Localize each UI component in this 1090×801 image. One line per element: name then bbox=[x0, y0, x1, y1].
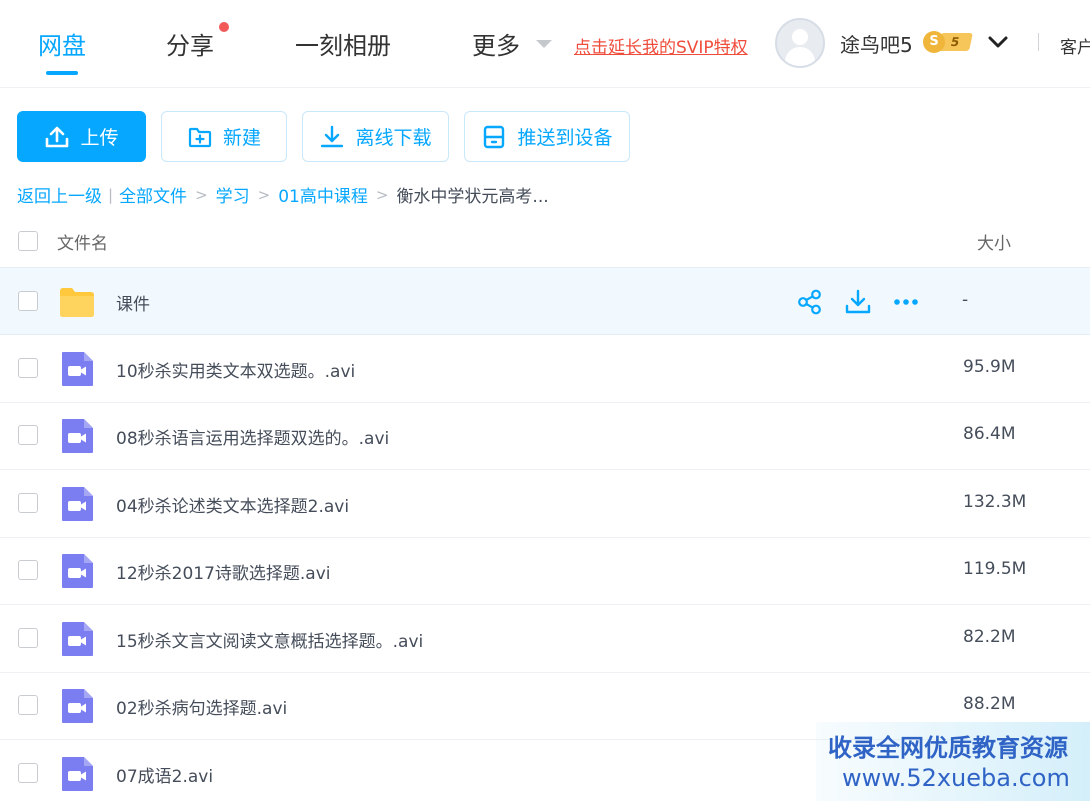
chevron-down-icon[interactable] bbox=[986, 30, 1010, 54]
breadcrumb-item-high-school[interactable]: 01高中课程 bbox=[278, 182, 368, 207]
new-label: 新建 bbox=[222, 127, 261, 149]
file-name[interactable]: 08秒杀语言运用选择题双选的。.avi bbox=[116, 424, 389, 449]
file-name[interactable]: 07成语2.avi bbox=[116, 762, 213, 787]
row-checkbox[interactable] bbox=[18, 358, 38, 378]
notification-dot bbox=[219, 22, 229, 32]
video-file-icon bbox=[62, 554, 93, 588]
avatar-head bbox=[792, 29, 808, 45]
offline-download-button[interactable]: 离线下载 bbox=[302, 111, 449, 162]
file-size: 86.4M bbox=[963, 424, 1016, 444]
file-name[interactable]: 课件 bbox=[116, 290, 150, 315]
share-icon[interactable] bbox=[796, 288, 824, 316]
row-checkbox[interactable] bbox=[18, 425, 38, 445]
vip-coin-icon: S bbox=[923, 31, 945, 53]
video-file-icon bbox=[62, 757, 93, 791]
breadcrumb-back[interactable]: 返回上一级 bbox=[17, 182, 102, 207]
username[interactable]: 途鸟吧5 bbox=[840, 29, 913, 58]
top-nav: 网盘 分享 一刻相册 更多 点击延长我的SVIP特权 途鸟吧5 5 S 客户 bbox=[0, 0, 1090, 88]
select-all-checkbox[interactable] bbox=[18, 231, 38, 251]
upload-button[interactable]: 上传 bbox=[17, 111, 146, 162]
row-checkbox[interactable] bbox=[18, 763, 38, 783]
new-folder-icon bbox=[188, 127, 212, 147]
folder-icon bbox=[60, 288, 94, 317]
row-checkbox[interactable] bbox=[18, 695, 38, 715]
row-checkbox[interactable] bbox=[18, 628, 38, 648]
row-checkbox[interactable] bbox=[18, 560, 38, 580]
breadcrumb-current: 衡水中学状元高考... bbox=[396, 187, 549, 207]
file-table-header: 文件名 大小 bbox=[0, 220, 1090, 268]
svip-renew-link[interactable]: 点击延长我的SVIP特权 bbox=[574, 33, 748, 58]
file-size: 132.3M bbox=[963, 492, 1027, 512]
vip-level-badge: 5 S bbox=[921, 30, 973, 54]
table-row[interactable]: 04秒杀论述类文本选择题2.avi 132.3M bbox=[0, 470, 1090, 538]
file-size: 95.9M bbox=[963, 357, 1016, 377]
watermark-url: www.52xueba.com bbox=[842, 764, 1070, 792]
watermark-banner: 收录全网优质教育资源 www.52xueba.com bbox=[816, 722, 1090, 801]
tab-album[interactable]: 一刻相册 bbox=[295, 26, 391, 61]
caret-down-icon[interactable] bbox=[536, 40, 552, 48]
breadcrumb: 返回上一级 | 全部文件 > 学习 > 01高中课程 > 衡水中学状元高考... bbox=[17, 182, 549, 208]
more-options-icon[interactable] bbox=[892, 288, 920, 316]
row-actions bbox=[796, 288, 920, 316]
video-file-icon bbox=[62, 419, 93, 453]
new-folder-button[interactable]: 新建 bbox=[161, 111, 287, 162]
avatar-body bbox=[785, 47, 815, 66]
video-file-icon bbox=[62, 622, 93, 656]
column-header-name[interactable]: 文件名 bbox=[57, 229, 108, 254]
download-icon[interactable] bbox=[844, 288, 872, 316]
breadcrumb-item-study[interactable]: 学习 bbox=[216, 182, 250, 207]
breadcrumb-item-all-files[interactable]: 全部文件 bbox=[119, 182, 187, 207]
device-icon bbox=[484, 125, 505, 148]
video-file-icon bbox=[62, 689, 93, 723]
file-size: 119.5M bbox=[963, 559, 1027, 579]
table-row[interactable]: 12秒杀2017诗歌选择题.avi 119.5M bbox=[0, 537, 1090, 605]
watermark-text: 收录全网优质教育资源 bbox=[828, 734, 1068, 762]
push-to-device-button[interactable]: 推送到设备 bbox=[464, 111, 630, 162]
file-name[interactable]: 15秒杀文言文阅读文意概括选择题。.avi bbox=[116, 627, 423, 652]
breadcrumb-separator: > bbox=[195, 185, 208, 204]
nav-divider bbox=[1038, 33, 1039, 51]
download-icon bbox=[321, 125, 344, 147]
table-row[interactable]: 15秒杀文言文阅读文意概括选择题。.avi 82.2M bbox=[0, 605, 1090, 673]
breadcrumb-divider: | bbox=[108, 185, 114, 204]
upload-label: 上传 bbox=[80, 127, 119, 149]
upload-icon bbox=[46, 126, 69, 147]
video-file-icon bbox=[62, 487, 93, 521]
avatar[interactable] bbox=[775, 18, 825, 68]
file-name[interactable]: 12秒杀2017诗歌选择题.avi bbox=[116, 559, 331, 584]
file-name[interactable]: 04秒杀论述类文本选择题2.avi bbox=[116, 492, 349, 517]
file-name[interactable]: 02秒杀病句选择题.avi bbox=[116, 694, 287, 719]
file-name[interactable]: 10秒杀实用类文本双选题。.avi bbox=[116, 357, 355, 382]
push-device-label: 推送到设备 bbox=[517, 127, 613, 149]
offline-download-label: 离线下载 bbox=[355, 127, 432, 149]
file-size: 88.2M bbox=[963, 694, 1016, 714]
row-checkbox[interactable] bbox=[18, 493, 38, 513]
table-row[interactable]: 课件 - bbox=[0, 267, 1090, 335]
client-download-link[interactable]: 客户 bbox=[1060, 33, 1090, 58]
table-row[interactable]: 10秒杀实用类文本双选题。.avi 95.9M bbox=[0, 335, 1090, 403]
tab-share[interactable]: 分享 bbox=[166, 26, 214, 61]
tab-netdisk[interactable]: 网盘 bbox=[38, 26, 86, 61]
tab-more[interactable]: 更多 bbox=[472, 26, 520, 61]
table-row[interactable]: 08秒杀语言运用选择题双选的。.avi 86.4M bbox=[0, 402, 1090, 470]
file-size: - bbox=[962, 290, 969, 310]
video-file-icon bbox=[62, 352, 93, 386]
active-tab-indicator bbox=[46, 71, 78, 75]
file-size: 82.2M bbox=[963, 627, 1016, 647]
row-checkbox[interactable] bbox=[18, 291, 38, 311]
breadcrumb-separator: > bbox=[257, 185, 271, 204]
column-header-size[interactable]: 大小 bbox=[977, 229, 1011, 254]
breadcrumb-separator: > bbox=[375, 185, 389, 204]
